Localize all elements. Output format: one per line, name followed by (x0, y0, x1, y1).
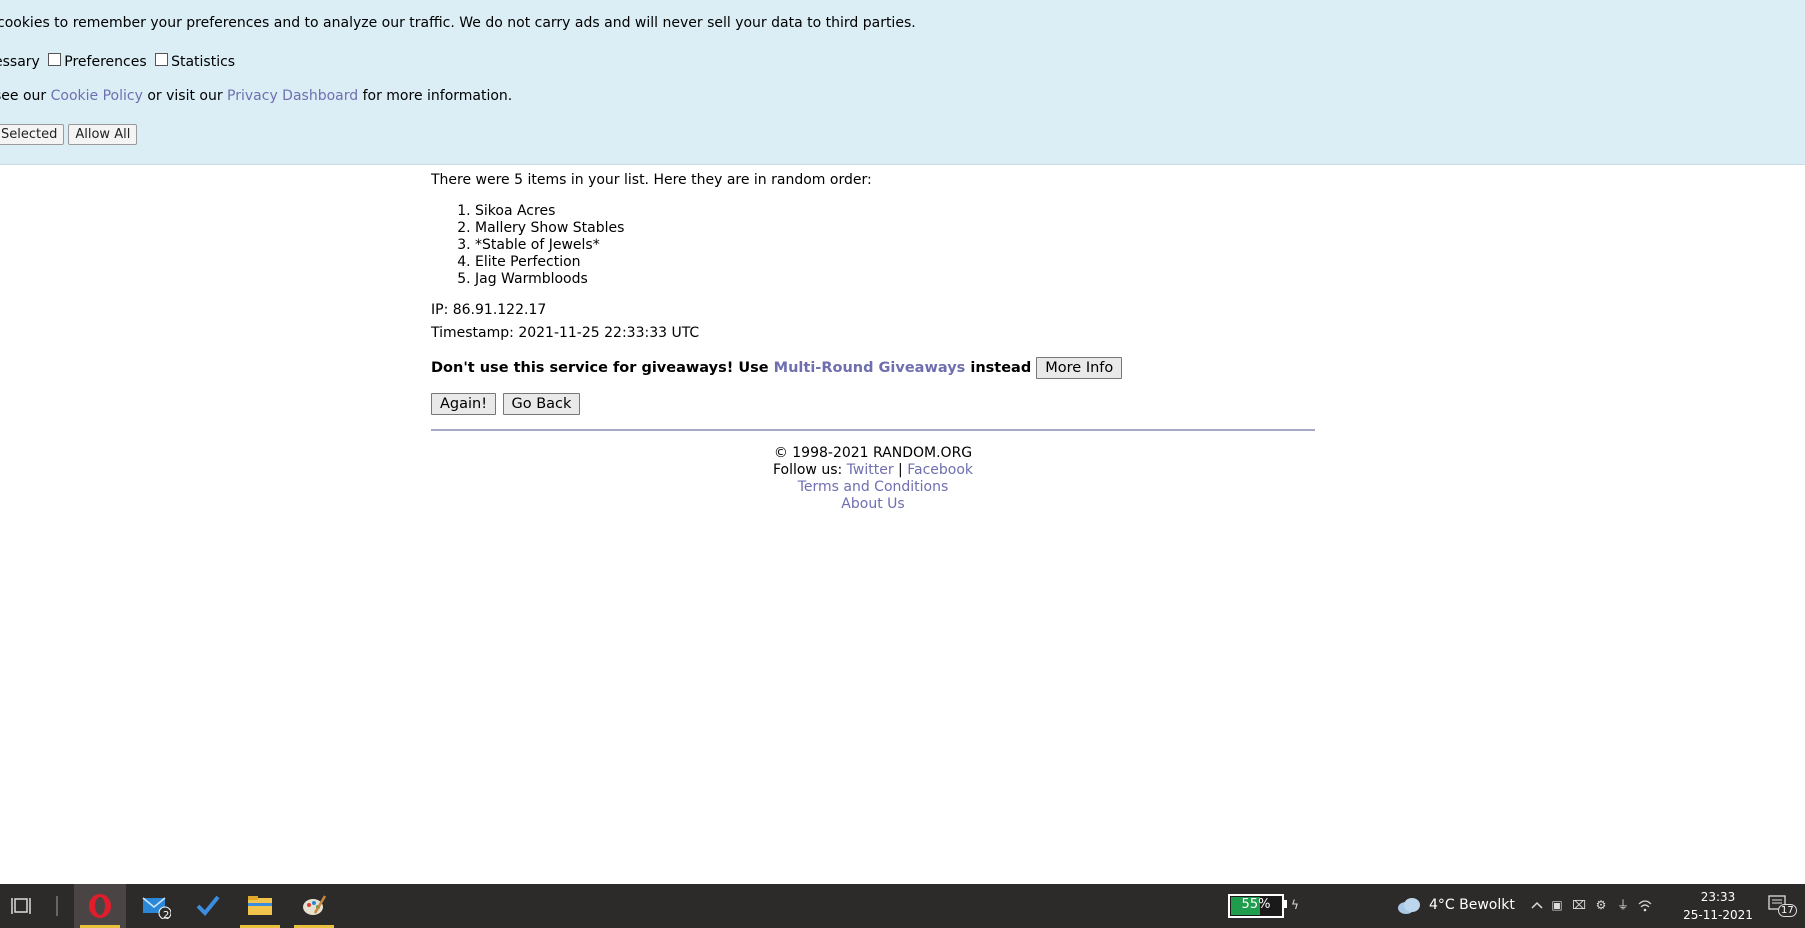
footer: © 1998-2021 RANDOM.ORG Follow us: Twitte… (431, 445, 1315, 513)
result-intro: There were 5 items in your list. Here th… (431, 172, 872, 188)
statistics-checkbox[interactable] (155, 53, 169, 66)
go-back-button[interactable]: Go Back (502, 393, 581, 415)
battery-percent: 55% (1241, 897, 1271, 912)
taskbar: 2 55% ϟ 4°C Bewolkt ▣ ⌧ ⚙ ⏚ 23:33 25-11-… (0, 884, 1805, 928)
warning-suffix: instead (970, 360, 1032, 376)
again-button[interactable]: Again! (431, 393, 497, 415)
privacy-dashboard-link[interactable]: Privacy Dashboard (227, 88, 358, 104)
necessary-label: essary (0, 54, 40, 70)
task-view-icon[interactable] (0, 884, 44, 928)
paint-icon[interactable] (288, 884, 340, 928)
file-explorer-icon[interactable] (234, 884, 286, 928)
ip-address: IP: 86.91.122.17 (431, 302, 547, 318)
cookie-info-mid: or visit our (147, 88, 223, 104)
notification-count: 17 (1778, 904, 1797, 917)
preferences-label: Preferences (64, 54, 147, 70)
multi-round-giveaways-link[interactable]: Multi-Round Giveaways (774, 360, 966, 376)
preferences-checkbox[interactable] (48, 53, 62, 66)
follow-label: Follow us: (772, 462, 843, 478)
list-item: *Stable of Jewels* (475, 237, 1315, 254)
battery-indicator[interactable]: 55% (1228, 894, 1284, 918)
allow-selected-button[interactable]: Selected (0, 124, 65, 145)
mail-icon[interactable]: 2 (130, 884, 182, 928)
timestamp: Timestamp: 2021-11-25 22:33:33 UTC (431, 325, 700, 341)
giveaway-warning: Don't use this service for giveaways! Us… (431, 357, 1315, 379)
follow-us: Follow us: Twitter | Facebook (431, 462, 1315, 479)
twitter-link[interactable]: Twitter (847, 462, 894, 478)
todo-icon[interactable] (182, 884, 234, 928)
terms-link[interactable]: Terms and Conditions (798, 479, 949, 495)
wifi-icon[interactable] (1638, 898, 1652, 912)
cookie-buttons: Selected Allow All (0, 124, 141, 145)
divider (431, 429, 1315, 431)
statistics-label: Statistics (171, 54, 236, 70)
result-list: Sikoa Acres Mallery Show Stables *Stable… (431, 203, 1315, 288)
cookie-options: essary Preferences Statistics (0, 53, 235, 70)
result-content: There were 5 items in your list. Here th… (431, 172, 1315, 513)
cookie-info-suffix: for more information. (362, 88, 513, 104)
power-plug-icon[interactable]: ⏚ (1616, 898, 1630, 912)
cloud-icon (1396, 896, 1422, 920)
copyright: © 1998-2021 RANDOM.ORG (773, 445, 973, 461)
meet-now-icon[interactable]: ▣ (1550, 898, 1564, 912)
separator: | (898, 462, 903, 478)
list-item: Sikoa Acres (475, 203, 1315, 220)
list-item: Mallery Show Stables (475, 220, 1315, 237)
steam-icon[interactable]: ⚙ (1594, 898, 1608, 912)
list-item: Jag Warmbloods (475, 271, 1315, 288)
battery-cap (1284, 900, 1287, 908)
cookie-banner-text: cookies to remember your preferences and… (0, 15, 916, 31)
taskbar-divider (56, 896, 58, 916)
about-link[interactable]: About Us (841, 496, 904, 512)
cookie-info: see our Cookie Policy or visit our Priva… (0, 88, 512, 104)
facebook-link[interactable]: Facebook (907, 462, 973, 478)
chevron-up-icon[interactable] (1530, 898, 1544, 912)
warning-prefix: Don't use this service for giveaways! Us… (431, 360, 769, 376)
notification-icon[interactable]: 17 (1768, 894, 1797, 920)
cookie-policy-link[interactable]: Cookie Policy (51, 88, 143, 104)
list-item: Elite Perfection (475, 254, 1315, 271)
time: 23:33 (1700, 890, 1736, 904)
clock[interactable]: 23:33 25-11-2021 (1678, 888, 1758, 924)
weather-text[interactable]: 4°C Bewolkt (1429, 897, 1515, 913)
charging-icon: ϟ (1291, 898, 1299, 912)
opera-icon[interactable] (74, 884, 126, 928)
date: 25-11-2021 (1683, 908, 1753, 922)
device-icon[interactable]: ⌧ (1572, 898, 1586, 912)
mail-badge: 2 (163, 910, 170, 921)
cookie-info-prefix: see our (0, 88, 47, 104)
allow-all-button[interactable]: Allow All (68, 124, 138, 145)
action-buttons: Again! Go Back (431, 393, 1315, 415)
cookie-banner: cookies to remember your preferences and… (0, 0, 1805, 165)
more-info-button[interactable]: More Info (1036, 357, 1123, 379)
